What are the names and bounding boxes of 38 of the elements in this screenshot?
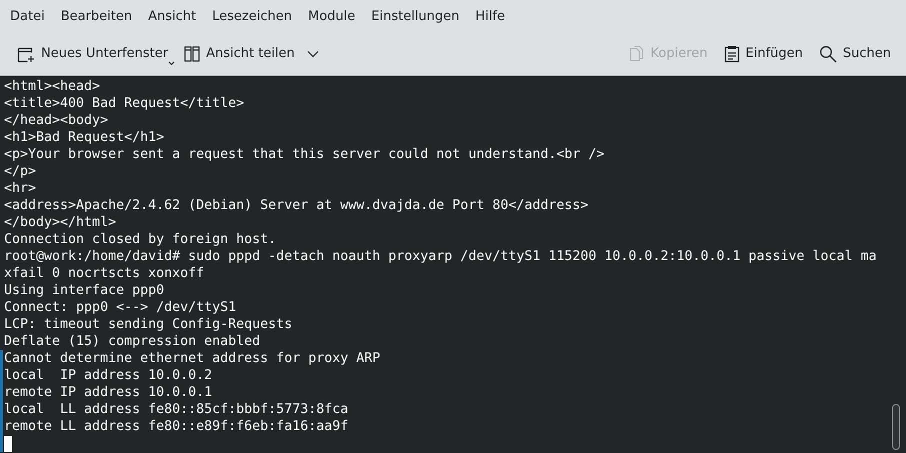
terminal-line: <html><head> bbox=[3, 78, 100, 95]
terminal-line: <h1>Bad Request</h1> bbox=[3, 129, 164, 146]
terminal-line: <title>400 Bad Request</title> bbox=[3, 95, 244, 112]
clipboard-icon bbox=[724, 44, 740, 62]
terminal-line: Connection closed by foreign host. bbox=[3, 231, 276, 248]
terminal-line: local IP address 10.0.0.2 bbox=[0, 367, 212, 384]
menu-item[interactable]: Module bbox=[300, 8, 362, 24]
search-icon bbox=[818, 44, 837, 62]
menu-item[interactable]: Hilfe bbox=[468, 8, 511, 24]
toolbar-button[interactable]: Suchen bbox=[812, 40, 898, 68]
terminal-line: Connect: ppp0 <--> /dev/ttyS1 bbox=[3, 299, 236, 316]
scrollbar[interactable] bbox=[892, 404, 900, 450]
terminal-line: <p>Your browser sent a request that this server could not understand.<br /> bbox=[3, 146, 604, 163]
menu-item[interactable]: Datei bbox=[3, 8, 51, 24]
terminal-line: Deflate (15) compression enabled bbox=[3, 333, 260, 350]
terminal-line: </p> bbox=[3, 163, 36, 180]
terminal-line: local LL address fe80::85cf:bbbf:5773:8fca bbox=[0, 401, 348, 418]
split-view-icon bbox=[184, 44, 200, 62]
terminal-line: LCP: timeout sending Config-Requests bbox=[3, 316, 292, 333]
toolbar-button[interactable]: Einfügen bbox=[716, 40, 810, 68]
copy-icon bbox=[628, 44, 644, 62]
terminal-line: <hr> bbox=[3, 180, 36, 197]
toolbar-button[interactable]: Neues Unterfenster bbox=[10, 40, 176, 68]
menu-item[interactable]: Einstellungen bbox=[364, 8, 466, 24]
terminal-line: remote IP address 10.0.0.1 bbox=[0, 384, 212, 401]
menu-item[interactable]: Ansicht bbox=[141, 8, 202, 24]
terminal-line: <address>Apache/2.4.62 (Debian) Server at www.dvajda.de Port 80</address> bbox=[3, 197, 588, 214]
caret-icon bbox=[168, 60, 176, 66]
menu-item[interactable]: Lesezeichen bbox=[205, 8, 298, 24]
terminal-line: Cannot determine ethernet address for proxy ARP bbox=[0, 350, 380, 367]
terminal-line: root@work:/home/david# sudo pppd -detach noauth proxyarp /dev/ttyS1 115200 10.0.0.2:10.0.0.1 passive local ma bbox=[3, 248, 877, 265]
chevron-down-icon bbox=[306, 50, 319, 58]
menu-item[interactable]: Bearbeiten bbox=[54, 8, 138, 24]
terminal-line: </head><body> bbox=[3, 112, 108, 129]
terminal-line: </body></html> bbox=[3, 214, 116, 231]
toolbar-button[interactable]: Ansicht teilen bbox=[177, 40, 326, 68]
terminal-line: xfail 0 nocrtscts xonxoff bbox=[3, 265, 204, 282]
terminal-line: Using interface ppp0 bbox=[3, 282, 164, 299]
